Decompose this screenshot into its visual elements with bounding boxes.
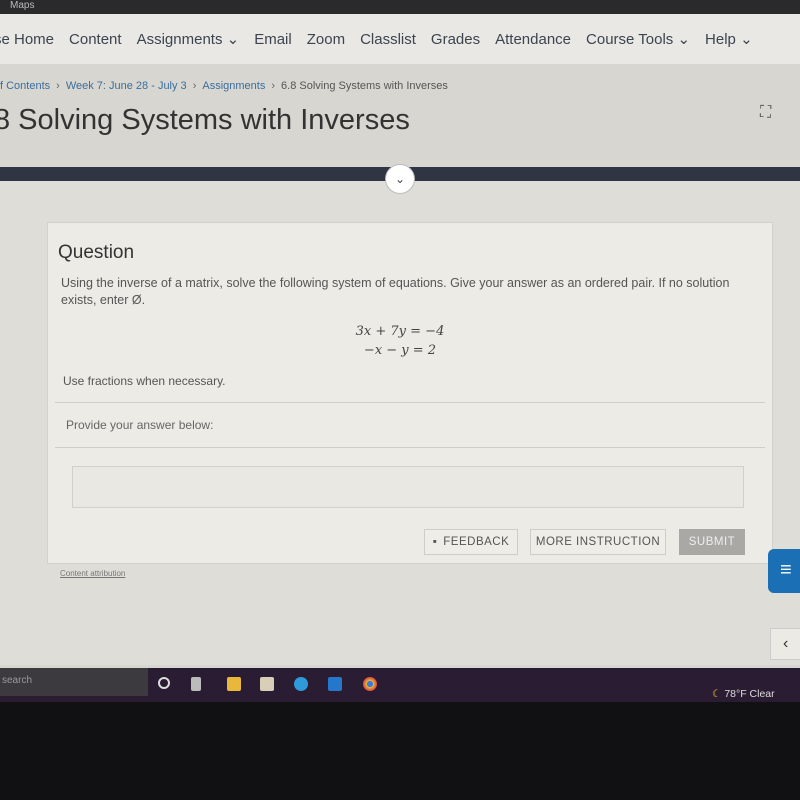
crumb-contents[interactable]: f Contents [0, 80, 50, 92]
chrome-icon[interactable] [363, 677, 377, 691]
question-card [47, 222, 773, 564]
content-attribution-link[interactable]: Content attribution [60, 569, 125, 578]
edge-icon[interactable] [294, 677, 308, 691]
taskbar-search[interactable]: search [0, 668, 148, 696]
nav-label: Course Tools [586, 31, 674, 48]
bookmarks-bar: Maps [0, 0, 800, 14]
chevron-left-icon[interactable]: ‹ [770, 628, 800, 660]
task-view-icon[interactable] [191, 677, 201, 691]
chat-icon[interactable]: ≡ [768, 549, 800, 593]
weather-widget[interactable]: ☾ 78°F Clear [712, 688, 775, 700]
feedback-label: FEEDBACK [443, 536, 510, 548]
question-heading: Question [58, 242, 135, 263]
nav-course-tools[interactable]: Course Tools ⌄ [586, 30, 690, 48]
chevron-down-icon: ⌄ [226, 31, 240, 48]
question-text: Using the inverse of a matrix, solve the… [61, 276, 730, 307]
mail-icon[interactable] [328, 677, 342, 691]
more-instruction-button[interactable]: MORE INSTRUCTION [530, 529, 666, 555]
course-navbar: se Home Content Assignments ⌄ Email Zoom… [0, 14, 800, 64]
feedback-button[interactable]: ▪ FEEDBACK [424, 529, 518, 555]
chevron-right-icon: › [56, 80, 60, 92]
divider [55, 402, 765, 403]
answer-input[interactable] [72, 466, 744, 508]
nav-attendance[interactable]: Attendance [495, 31, 571, 48]
crumb-assignments[interactable]: Assignments [202, 80, 265, 92]
feedback-icon: ▪ [432, 536, 438, 548]
nav-grades[interactable]: Grades [431, 31, 480, 48]
file-explorer-icon[interactable] [227, 677, 241, 691]
page-title: 8 Solving Systems with Inverses [0, 104, 410, 136]
submit-button[interactable]: SUBMIT [679, 529, 745, 555]
nav-assignments[interactable]: Assignments ⌄ [137, 30, 240, 48]
nav-label: Assignments [136, 31, 223, 48]
nav-classlist[interactable]: Classlist [360, 31, 416, 48]
crumb-current: 6.8 Solving Systems with Inverses [281, 80, 448, 92]
equation-1: 3x + 7y = −4 [355, 324, 445, 339]
nav-zoom[interactable]: Zoom [307, 31, 345, 48]
chevron-right-icon: › [192, 80, 197, 92]
cortana-icon[interactable] [158, 677, 170, 689]
breadcrumb: f Contents › Week 7: June 28 - July 3 › As… [0, 80, 448, 92]
nav-label: Help [705, 31, 736, 48]
equation-2: −x − y = 2 [363, 343, 437, 358]
monitor-bezel [0, 702, 800, 800]
chevron-right-icon: › [271, 80, 276, 92]
nav-content[interactable]: Content [69, 31, 122, 48]
fullscreen-icon[interactable]: ⛶ [760, 104, 771, 122]
nav-course-home[interactable]: se Home [0, 31, 54, 48]
crumb-week[interactable]: Week 7: June 28 - July 3 [66, 80, 187, 92]
weather-text: 78°F Clear [724, 688, 775, 700]
divider [55, 447, 765, 448]
nav-help[interactable]: Help ⌄ [705, 30, 753, 48]
answer-prompt: Provide your answer below: [66, 418, 214, 432]
chevron-down-icon: ⌄ [677, 31, 691, 48]
store-icon[interactable] [260, 677, 274, 691]
collapse-header-button[interactable]: ⌄ [385, 164, 415, 194]
hint-text: Use fractions when necessary. [63, 374, 226, 388]
moon-icon: ☾ [712, 688, 722, 700]
nav-email[interactable]: Email [254, 31, 292, 48]
chevron-down-icon: ⌄ [740, 31, 753, 48]
bookmark-maps[interactable]: Maps [10, 0, 34, 11]
